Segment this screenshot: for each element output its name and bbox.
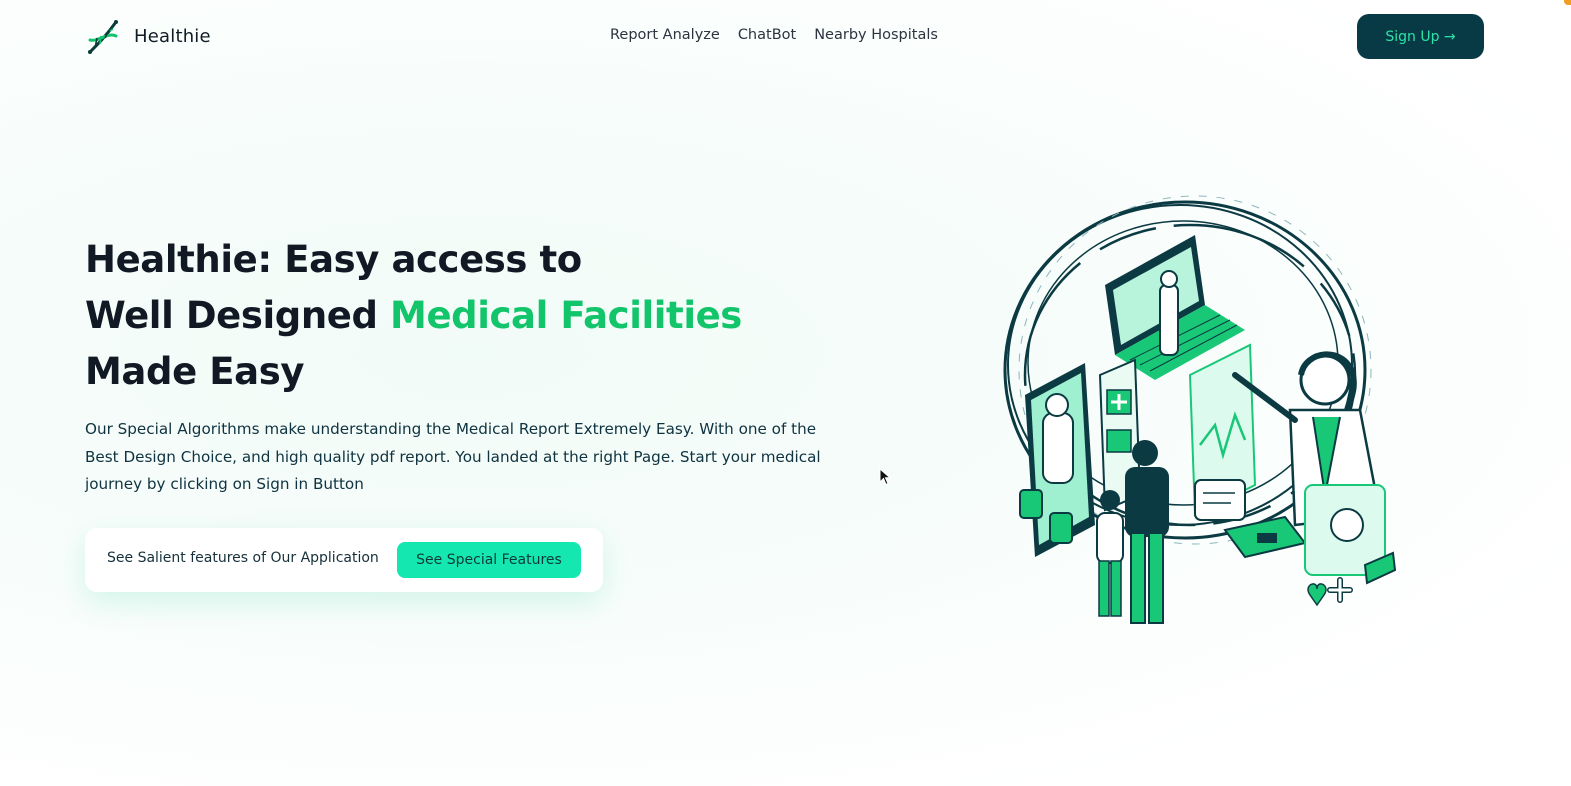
hero-title-line2: Well Designed [85, 294, 391, 337]
brand-name: Healthie [134, 25, 211, 47]
mouse-cursor-icon [879, 468, 891, 486]
hero-title-accent: Medical Facilities [390, 294, 742, 337]
hero-description: Our Special Algorithms make understandin… [85, 420, 821, 493]
cta-text: See Salient features of Our Application [107, 550, 379, 566]
hero-title: Healthie: Easy access to Well Designed M… [85, 232, 845, 400]
nav-link-nearby-hospitals[interactable]: Nearby Hospitals [814, 27, 938, 43]
medical-panels-illustration [1098, 343, 1257, 521]
navbar: Healthie Report Analyze ChatBot Nearby H… [0, 0, 1571, 72]
nav-link-chatbot[interactable]: ChatBot [738, 27, 796, 43]
hero-title-line1: Healthie: Easy access to [85, 238, 582, 281]
nav-link-report-analyze[interactable]: Report Analyze [610, 27, 720, 43]
dna-icon [88, 20, 118, 54]
brand[interactable]: Healthie [86, 16, 211, 56]
floating-icons-illustration [1223, 484, 1397, 607]
phone-doctor-illustration [1019, 363, 1095, 557]
corner-indicator [1564, 0, 1571, 5]
medical-illustration [1003, 195, 1397, 624]
signup-button[interactable]: Sign Up → [1357, 14, 1484, 59]
hero-title-line3: Made Easy [85, 350, 305, 393]
see-special-features-button[interactable]: See Special Features [397, 542, 581, 578]
nav-links: Report Analyze ChatBot Nearby Hospitals [610, 27, 938, 43]
cta-card: See Salient features of Our Application … [85, 528, 603, 592]
